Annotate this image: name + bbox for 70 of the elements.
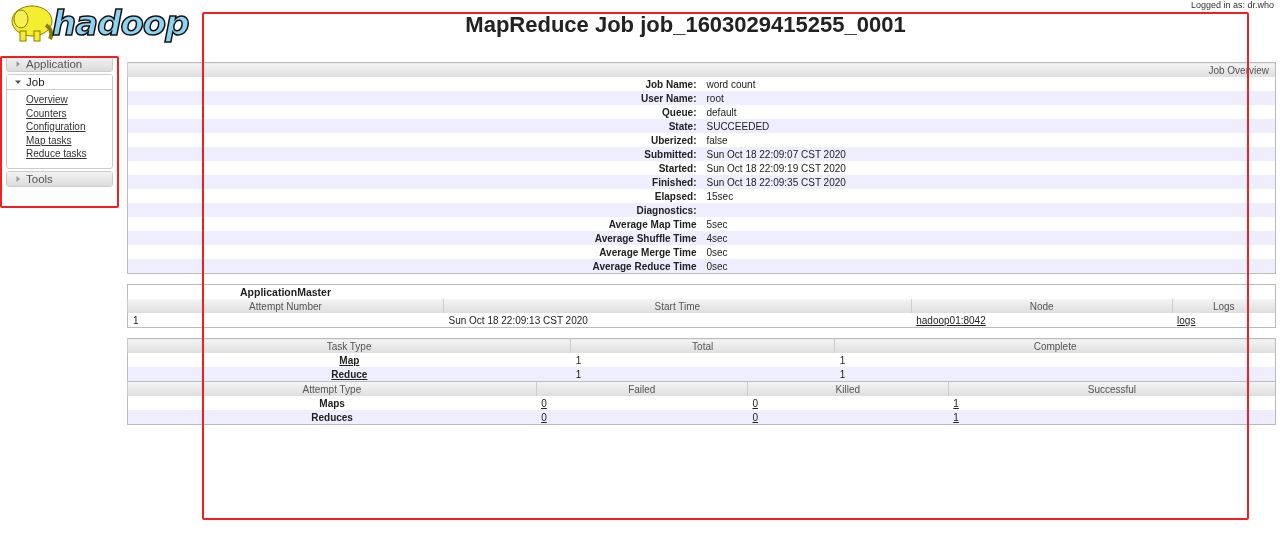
table-cell: 1 bbox=[834, 367, 1276, 382]
field-value: false bbox=[701, 133, 1276, 147]
page-title: MapReduce Job job_1603029415255_0001 bbox=[464, 12, 907, 38]
column-header: Killed bbox=[747, 382, 949, 396]
table-cell: 1 bbox=[834, 353, 1276, 367]
column-header: Failed bbox=[536, 382, 748, 396]
field-label: Elapsed: bbox=[127, 189, 702, 203]
field-label: Job Name: bbox=[127, 77, 702, 91]
field-label: User Name: bbox=[127, 91, 702, 105]
table-link[interactable]: 1 bbox=[953, 397, 959, 409]
column-header: Successful bbox=[948, 382, 1276, 396]
field-label: Uberized: bbox=[127, 133, 702, 147]
table-cell: 1 bbox=[570, 367, 835, 382]
column-header: Start Time bbox=[443, 299, 912, 313]
field-value: root bbox=[701, 91, 1276, 105]
table-link[interactable]: 1 bbox=[953, 411, 959, 423]
table-link[interactable]: 0 bbox=[752, 397, 758, 409]
table-cell: Sun Oct 18 22:09:13 CST 2020 bbox=[443, 313, 912, 328]
column-header: Logs bbox=[1172, 299, 1276, 313]
column-header: Complete bbox=[834, 338, 1276, 353]
table-cell: 1 bbox=[127, 313, 444, 328]
field-label: Finished: bbox=[127, 175, 702, 189]
table-link[interactable]: 0 bbox=[541, 411, 547, 423]
column-header: Task Type bbox=[127, 338, 571, 353]
table-link[interactable]: logs bbox=[1177, 314, 1196, 326]
table-link[interactable]: hadoop01:8042 bbox=[916, 314, 986, 326]
table-link[interactable]: 0 bbox=[541, 397, 547, 409]
field-label: Average Merge Time bbox=[127, 245, 702, 259]
sidebar-section-header[interactable]: Tools bbox=[7, 171, 112, 186]
field-value: word count bbox=[701, 77, 1276, 91]
task-type-link[interactable]: Map bbox=[339, 354, 360, 366]
field-label: Average Map Time bbox=[127, 217, 702, 231]
caret-right-icon bbox=[15, 61, 21, 67]
field-label: Started: bbox=[127, 161, 702, 175]
hadoop-logo: hadoop bbox=[0, 0, 211, 46]
field-value: Sun Oct 18 22:09:19 CST 2020 bbox=[701, 161, 1276, 175]
field-value: 0sec bbox=[701, 245, 1276, 259]
task-type-link[interactable]: Reduce bbox=[331, 368, 368, 380]
field-value: Sun Oct 18 22:09:07 CST 2020 bbox=[701, 147, 1276, 161]
sidebar-link[interactable]: Reduce tasks bbox=[26, 148, 87, 159]
field-label: Average Shuffle Time bbox=[127, 231, 702, 245]
row-label: Maps bbox=[127, 396, 537, 410]
field-label: Diagnostics: bbox=[127, 203, 702, 217]
column-header: Total bbox=[570, 338, 835, 353]
column-header: Attempt Number bbox=[127, 299, 444, 313]
sidebar-link[interactable]: Map tasks bbox=[26, 134, 72, 146]
field-label: Queue: bbox=[127, 105, 702, 119]
field-value: Sun Oct 18 22:09:35 CST 2020 bbox=[701, 175, 1276, 189]
sidebar-link[interactable]: Overview bbox=[26, 94, 68, 105]
column-header: Attempt Type bbox=[127, 382, 537, 396]
field-value: 4sec bbox=[701, 231, 1276, 245]
row-label: Reduces bbox=[127, 410, 537, 425]
sidebar-link[interactable]: Counters bbox=[26, 107, 67, 119]
field-value: SUCCEEDED bbox=[701, 119, 1276, 133]
field-value: 5sec bbox=[701, 217, 1276, 231]
table-link[interactable]: 0 bbox=[752, 411, 758, 423]
sidebar-link[interactable]: Configuration bbox=[26, 121, 86, 132]
field-label: State: bbox=[127, 119, 702, 133]
field-label: Submitted: bbox=[127, 147, 702, 161]
sidebar-section-header[interactable]: Job bbox=[7, 75, 112, 90]
table-cell: 1 bbox=[570, 353, 835, 367]
field-label: Average Reduce Time bbox=[127, 259, 702, 274]
field-value: default bbox=[701, 105, 1276, 119]
table-caption: ApplicationMaster bbox=[240, 286, 331, 298]
column-header: Node bbox=[911, 299, 1173, 313]
logged-in-user: Logged in as: dr.who bbox=[1190, 0, 1274, 10]
field-value: 15sec bbox=[701, 189, 1276, 203]
field-value: 0sec bbox=[701, 259, 1276, 274]
caret-down-icon bbox=[15, 79, 21, 85]
caret-right-icon bbox=[15, 175, 21, 182]
